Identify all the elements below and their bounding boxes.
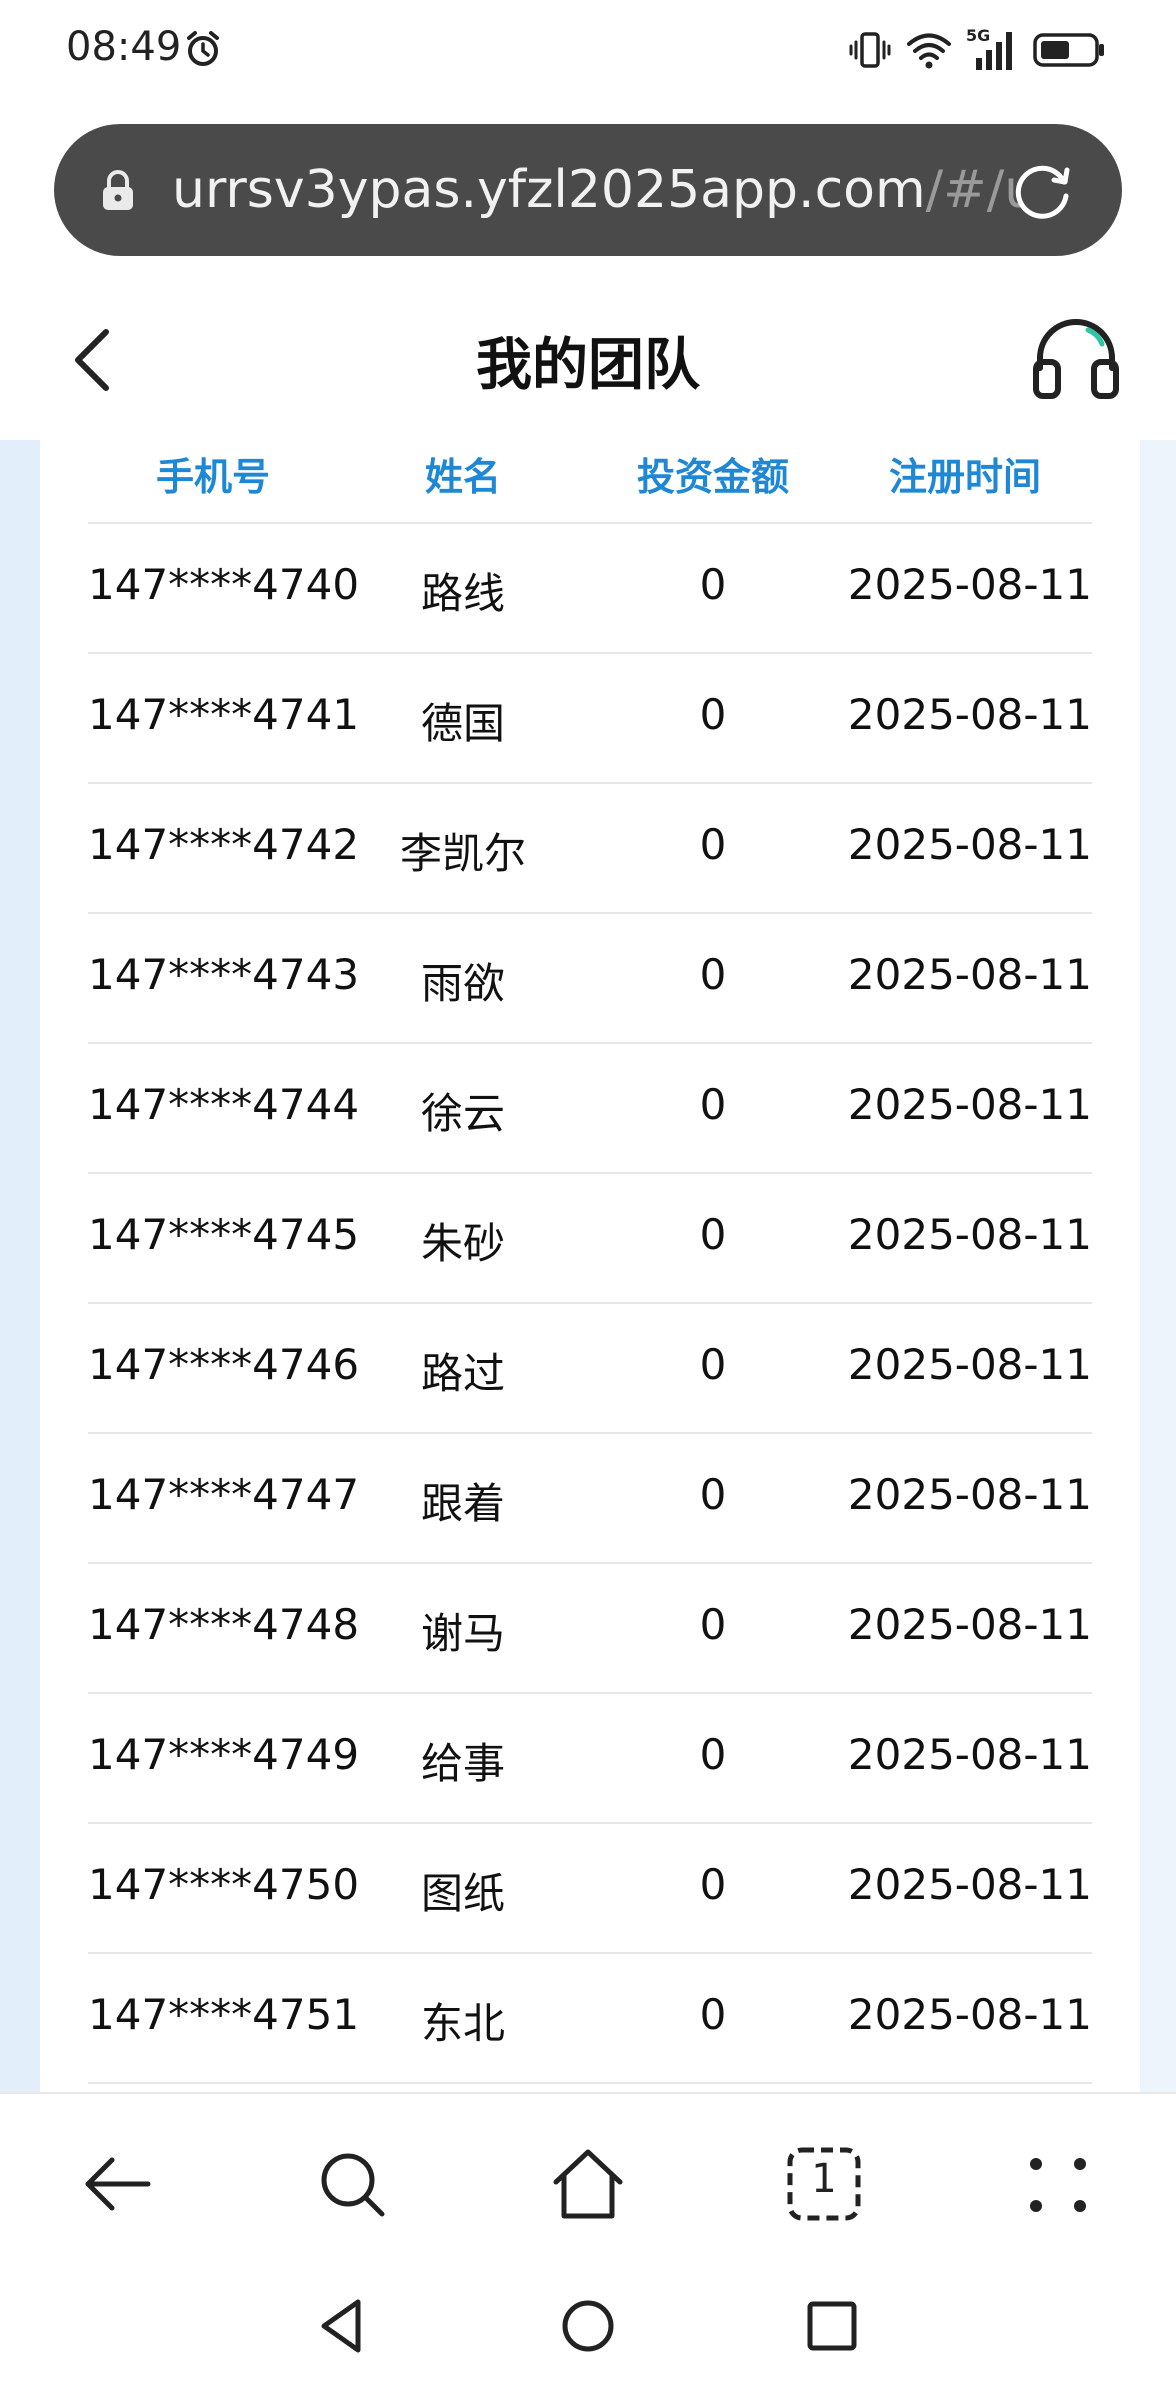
table-row[interactable]: 147****4745 朱砂 0 2025-08-11: [88, 1174, 1092, 1304]
cell-date: 2025-08-11: [847, 1080, 1092, 1129]
browser-toolbar: 1: [0, 2092, 1176, 2274]
wifi-icon: [907, 33, 951, 69]
nav-home-icon[interactable]: [558, 2296, 618, 2356]
column-header-phone[interactable]: 手机号: [88, 446, 338, 501]
table-header: 手机号 姓名 投资金额 注册时间: [88, 440, 1092, 524]
menu-dots-icon[interactable]: [1018, 2144, 1098, 2224]
table-body: 147****4740 路线 0 2025-08-11 147****4741 德国 0 20…: [88, 524, 1092, 2084]
cell-date: 2025-08-11: [847, 1210, 1092, 1259]
column-header-name[interactable]: 姓名: [338, 446, 588, 501]
table-row[interactable]: 147****4747 跟着 0 2025-08-11: [88, 1434, 1092, 1564]
tabs-button[interactable]: 1: [784, 2144, 864, 2224]
nav-back-icon[interactable]: [312, 2296, 372, 2356]
table-row[interactable]: 147****4750 图纸 0 2025-08-11: [88, 1824, 1092, 1954]
status-time: 08:49: [66, 24, 182, 70]
vibrate-icon: [849, 32, 891, 68]
home-icon[interactable]: [548, 2144, 628, 2224]
status-bar: 08:49 5G: [0, 0, 1176, 100]
cell-date: 2025-08-11: [847, 950, 1092, 999]
table-row[interactable]: 147****4746 路过 0 2025-08-11: [88, 1304, 1092, 1434]
column-header-amount[interactable]: 投资金额: [588, 446, 838, 501]
address-bar[interactable]: urrsv3ypas.yfzl2025app.com/#/us: [54, 124, 1122, 256]
cell-date: 2025-08-11: [847, 1470, 1092, 1519]
table-row[interactable]: 147****4751 东北 0 2025-08-11: [88, 1954, 1092, 2084]
system-nav-bar: [0, 2272, 1176, 2400]
cell-date: 2025-08-11: [847, 820, 1092, 869]
cell-date: 2025-08-11: [847, 560, 1092, 609]
table-row[interactable]: 147****4748 谢马 0 2025-08-11: [88, 1564, 1092, 1694]
cell-date: 2025-08-11: [847, 1990, 1092, 2039]
table-row[interactable]: 147****4749 给事 0 2025-08-11: [88, 1694, 1092, 1824]
column-header-date[interactable]: 注册时间: [838, 446, 1092, 501]
arrow-left-icon[interactable]: [78, 2144, 158, 2224]
alarm-icon: [187, 31, 219, 66]
table-row[interactable]: 147****4744 徐云 0 2025-08-11: [88, 1044, 1092, 1174]
table-row[interactable]: 147****4740 路线 0 2025-08-11: [88, 524, 1092, 654]
url-text[interactable]: urrsv3ypas.yfzl2025app.com/#/us: [172, 160, 1022, 220]
page-title: 我的团队: [476, 333, 700, 398]
signal-icon: [976, 32, 1012, 70]
tab-count: 1: [811, 2156, 837, 2202]
url-host: urrsv3ypas.yfzl2025app.com: [172, 160, 926, 220]
table-row[interactable]: 147****4742 李凯尔 0 2025-08-11: [88, 784, 1092, 914]
cell-date: 2025-08-11: [847, 690, 1092, 739]
reload-icon[interactable]: [1008, 156, 1076, 224]
page-header: 我的团队: [0, 270, 1176, 440]
nav-recents-icon[interactable]: [802, 2296, 862, 2356]
search-icon[interactable]: [312, 2144, 392, 2224]
table-row[interactable]: 147****4741 德国 0 2025-08-11: [88, 654, 1092, 784]
table-row[interactable]: 147****4743 雨欲 0 2025-08-11: [88, 914, 1092, 1044]
battery-icon: [1033, 33, 1104, 67]
cell-date: 2025-08-11: [847, 1860, 1092, 1909]
cell-date: 2025-08-11: [847, 1600, 1092, 1649]
cell-date: 2025-08-11: [847, 1730, 1092, 1779]
status-icons: 5G: [848, 26, 1106, 72]
cell-date: 2025-08-11: [847, 1340, 1092, 1389]
team-table: 手机号 姓名 投资金额 注册时间 147****4740 路线 0 2025-08-1…: [40, 440, 1140, 2092]
signal-indicator: 5G: [966, 26, 1018, 72]
headset-icon[interactable]: [1032, 314, 1120, 400]
lock-icon: [103, 170, 133, 210]
